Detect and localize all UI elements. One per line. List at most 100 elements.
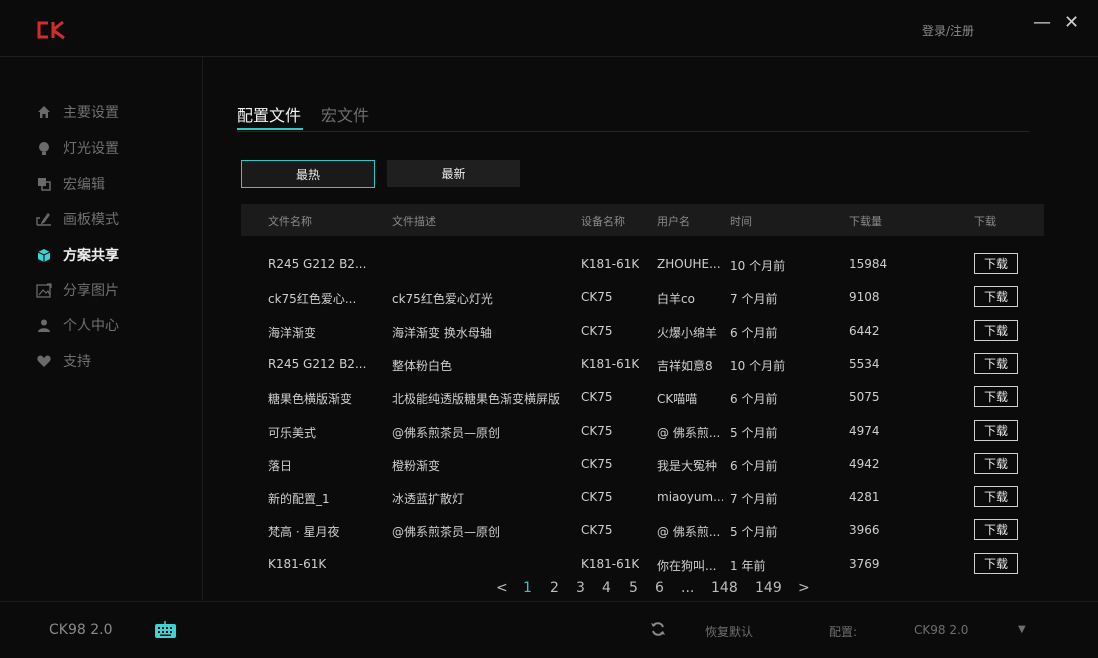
bulb-icon: [36, 140, 52, 156]
sort-newest-button[interactable]: 最新: [387, 160, 520, 187]
cell-username: 我是大冤种: [657, 458, 718, 473]
download-button[interactable]: 下载: [974, 552, 1018, 574]
download-button[interactable]: 下载: [974, 386, 1018, 408]
cell-device-name: K181-61K: [581, 356, 640, 371]
download-button[interactable]: 下载: [974, 286, 1018, 308]
sort-hottest-button[interactable]: 最热: [241, 160, 375, 188]
pagination-prev-button[interactable]: <: [496, 580, 508, 596]
cell-file-description: @佛系煎茶员—原创: [392, 425, 501, 440]
sidebar-item-personal-center[interactable]: 个人中心: [36, 315, 119, 335]
cell-file-description: ck75红色爱心灯光: [392, 292, 493, 307]
cell-download-count: 5075: [849, 390, 880, 405]
tab-macro-files[interactable]: 宏文件: [321, 102, 369, 126]
cell-username: @ 佛系煎...: [657, 525, 721, 540]
footer-bar: CK98 2.0 恢复默认 配置: CK98 2.0 ▼: [0, 601, 1098, 658]
pagination-next-button[interactable]: >: [798, 580, 810, 596]
cell-device-name: CK75: [581, 523, 613, 538]
sidebar-item-drawing-board[interactable]: 画板模式: [36, 209, 119, 229]
pagination-ellipsis[interactable]: ...: [681, 580, 694, 596]
column-header-download-count: 下载量: [849, 215, 882, 228]
sidebar-item-label: 支持: [63, 354, 91, 370]
download-button[interactable]: 下载: [974, 319, 1018, 341]
download-button[interactable]: 下载: [974, 519, 1018, 541]
pagination-page-4[interactable]: 4: [602, 580, 611, 596]
heart-icon: [36, 353, 52, 369]
sidebar-item-macro[interactable]: 宏编辑: [36, 174, 105, 194]
cell-download-count: 4942: [849, 456, 880, 471]
home-icon: [36, 104, 52, 120]
restore-defaults-button[interactable]: 恢复默认: [705, 623, 753, 640]
cell-device-name: K181-61K: [581, 556, 640, 571]
cell-device-name: K181-61K: [581, 257, 640, 271]
cell-download-count: 15984: [849, 257, 888, 271]
column-header-file-name: 文件名称: [268, 215, 312, 228]
sidebar-item-main-settings[interactable]: 主要设置: [36, 102, 119, 122]
download-button[interactable]: 下载: [974, 419, 1018, 441]
user-icon: [36, 317, 52, 333]
download-button[interactable]: 下载: [974, 253, 1018, 274]
refresh-icon[interactable]: [650, 621, 666, 637]
download-button[interactable]: 下载: [974, 486, 1018, 508]
cell-file-name: R245 G212 B2...: [268, 257, 367, 271]
cell-download-count: 3769: [849, 556, 880, 571]
cell-file-name: ck75红色爱心...: [268, 292, 357, 307]
login-register-link[interactable]: 登录/注册: [922, 22, 974, 39]
cell-username: CK喵喵: [657, 392, 698, 407]
sidebar-item-plan-share[interactable]: 方案共享: [36, 245, 119, 265]
minimize-icon[interactable]: —: [1033, 14, 1051, 32]
config-select[interactable]: CK98 2.0: [914, 623, 968, 637]
column-header-file-description: 文件描述: [392, 215, 436, 228]
cell-time: 1 年前: [730, 558, 766, 573]
table-row: K181-61K K181-61K 你在狗叫... 1 年前 3769 下载: [241, 548, 1044, 581]
download-button[interactable]: 下载: [974, 352, 1018, 374]
cell-download-count: 9108: [849, 290, 880, 305]
tab-config-files[interactable]: 配置文件: [237, 102, 301, 126]
cell-username: 吉祥如意8: [657, 358, 713, 373]
cell-device-name: CK75: [581, 490, 613, 505]
cell-time: 6 个月前: [730, 325, 778, 340]
pagination-page-1[interactable]: 1: [523, 580, 532, 596]
sidebar-item-label: 个人中心: [63, 318, 119, 334]
cell-time: 5 个月前: [730, 425, 778, 440]
cell-file-description: 整体粉白色: [392, 358, 453, 373]
device-model-label: CK98 2.0: [49, 622, 113, 638]
pagination-page-6[interactable]: 6: [655, 580, 664, 596]
cell-file-name: R245 G212 B2...: [268, 356, 367, 371]
sidebar-item-label: 分享图片: [63, 283, 119, 299]
table-row: R245 G212 B2... 整体粉白色 K181-61K 吉祥如意8 10 个月前 5…: [241, 348, 1044, 381]
pagination-page-149[interactable]: 149: [755, 580, 782, 596]
cell-file-description: 冰透蓝扩散灯: [392, 492, 465, 507]
table-row: 新的配置_1 冰透蓝扩散灯 CK75 miaoyum... 7 个月前 4281 下载: [241, 481, 1044, 514]
image-share-icon: [36, 282, 52, 298]
cell-time: 7 个月前: [730, 292, 778, 307]
ck-logo: [37, 20, 65, 40]
column-header-device-name: 设备名称: [581, 215, 625, 228]
pagination-page-2[interactable]: 2: [550, 580, 559, 596]
cell-download-count: 4281: [849, 490, 880, 505]
pagination-page-5[interactable]: 5: [629, 580, 638, 596]
cube-icon: [36, 247, 52, 263]
download-button[interactable]: 下载: [974, 452, 1018, 474]
cell-file-name: K181-61K: [268, 556, 327, 571]
keyboard-icon[interactable]: [155, 621, 176, 638]
pagination-page-148[interactable]: 148: [711, 580, 738, 596]
table-row: 梵高 · 星月夜 @佛系煎茶员—原创 CK75 @ 佛系煎... 5 个月前 3966 下载: [241, 514, 1044, 547]
sidebar-item-label: 宏编辑: [63, 177, 105, 193]
sidebar-item-lighting[interactable]: 灯光设置: [36, 138, 119, 158]
cell-download-count: 6442: [849, 323, 880, 338]
pagination-page-3[interactable]: 3: [576, 580, 585, 596]
cell-file-description: @佛系煎茶员—原创: [392, 525, 501, 540]
cell-username: 火爆小绵羊: [657, 325, 718, 340]
chevron-down-icon[interactable]: ▼: [1018, 624, 1026, 635]
cell-time: 10 个月前: [730, 259, 786, 273]
cell-username: miaoyum...: [657, 490, 723, 505]
table-row: 海洋渐变 海洋渐变 换水母轴 CK75 火爆小绵羊 6 个月前 6442 下载: [241, 315, 1044, 348]
cell-file-name: 落日: [268, 458, 293, 473]
sidebar-item-label: 方案共享: [63, 248, 119, 264]
sidebar-item-share-image[interactable]: 分享图片: [36, 280, 119, 300]
macro-icon: [36, 176, 52, 192]
close-icon[interactable]: ✕: [1064, 14, 1080, 32]
sidebar-item-support[interactable]: 支持: [36, 351, 91, 371]
cell-download-count: 4974: [849, 423, 880, 438]
title-bar: 登录/注册 — ✕: [0, 0, 1098, 57]
